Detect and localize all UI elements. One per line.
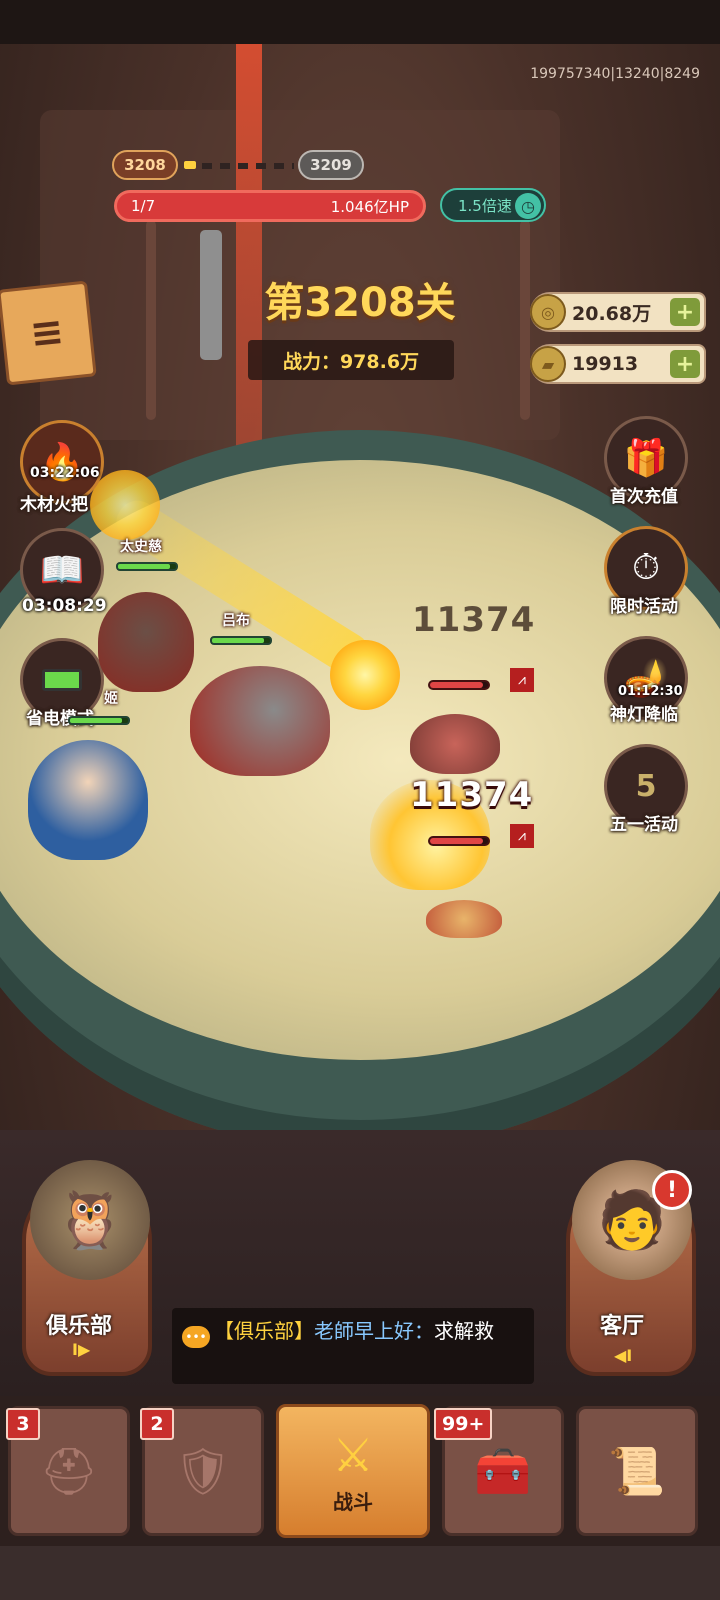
crossed-axes-icon: ⚔	[332, 1427, 374, 1482]
tab-badge: 2	[140, 1408, 174, 1440]
damage-number: 11374	[412, 600, 536, 640]
first-recharge-label: 首次充值	[610, 487, 678, 507]
gold-amount: 20.68万	[572, 302, 652, 325]
tab-badge: 99+	[434, 1408, 493, 1440]
speed-label: 1.5倍速	[458, 196, 512, 215]
current-stage-pill: 3208	[112, 150, 178, 180]
chat-ticker[interactable]: ••• 【俱乐部】老師早上好：求解救	[172, 1308, 534, 1384]
add-gold-button[interactable]: +	[670, 298, 700, 326]
combat-power: 战力：978.6万	[248, 340, 454, 380]
ingot-amount: 19913	[572, 353, 639, 375]
ingot-currency: ▰ 19913 +	[530, 344, 706, 384]
battery-icon	[42, 669, 82, 691]
speedometer-icon: ◷	[515, 193, 541, 219]
enemy-hp-bar	[428, 680, 490, 690]
owl-icon: 🦉	[30, 1160, 150, 1280]
damage-number: 11374	[410, 775, 534, 815]
gold-currency: ◎ 20.68万 +	[530, 292, 706, 332]
tab-battle[interactable]: ⚔ 战斗	[276, 1404, 430, 1538]
boss-hp-value: 1.046亿HP	[330, 197, 409, 216]
limited-event-label: 限时活动	[610, 597, 678, 617]
alert-badge: !	[652, 1170, 692, 1210]
fireball-origin	[90, 470, 160, 540]
enemy-fish	[426, 900, 502, 938]
wave-count: 1/7	[131, 197, 156, 215]
book-icon: 📖	[39, 550, 85, 591]
genie-lamp-timer: 01:12:30	[618, 684, 683, 699]
stage-progress-marker	[184, 161, 196, 169]
tab-map[interactable]: 📜	[576, 1406, 698, 1536]
hero-hp-bar	[116, 562, 178, 571]
chat-channel: 【俱乐部】	[214, 1319, 314, 1343]
hero-maiden	[28, 740, 148, 860]
chat-sender: 老師早上好：	[314, 1319, 434, 1343]
hero-hp-bar	[210, 636, 272, 645]
hero-name: 吕布	[222, 613, 250, 629]
chat-bubble-icon: •••	[182, 1326, 210, 1348]
ingot-icon: ▰	[530, 346, 566, 382]
scroll-icon: 📜	[608, 1443, 666, 1498]
stopwatch-icon: ⏱	[631, 547, 661, 588]
wood-torch-timer: 03:22:06	[30, 465, 100, 481]
status-bar	[0, 0, 720, 44]
speed-toggle-button[interactable]: 1.5倍速 ◷	[440, 188, 546, 222]
fireball	[330, 640, 400, 710]
armor-icon: 🛡	[173, 1443, 233, 1498]
lobby-label: 客厅	[600, 1314, 645, 1339]
stage-progress-track	[184, 163, 294, 169]
tab-badge: 3	[6, 1408, 40, 1440]
hero-name: 太史慈	[120, 539, 162, 555]
add-ingot-button[interactable]: +	[670, 350, 700, 378]
may-day-icon: 5	[635, 768, 657, 804]
boss-hp-bar: 1/7 1.046亿HP	[114, 190, 426, 222]
coin-icon: ◎	[530, 294, 566, 330]
may-day-event-label: 五一活动	[610, 815, 678, 835]
genie-lamp-label: 神灯降临	[610, 705, 678, 725]
enemy-hp-bar	[428, 836, 490, 846]
hero-taishici	[98, 592, 194, 692]
hamburger-icon: ≡	[27, 308, 67, 358]
hero-lubu	[190, 666, 330, 776]
enemy-debuff-icon: ⩘	[510, 824, 534, 848]
chat-message: 求解救	[434, 1319, 494, 1343]
chest-icon: 🧰	[474, 1443, 532, 1498]
helmet-icon: ⛑	[39, 1443, 99, 1498]
navigation-bar	[0, 1546, 720, 1600]
book-event-timer: 03:08:29	[22, 596, 107, 616]
next-stage-pill: 3209	[298, 150, 364, 180]
enemy-fish	[410, 714, 500, 774]
club-label: 俱乐部	[46, 1314, 113, 1339]
menu-button[interactable]: ≡	[0, 280, 97, 386]
lobby-arrow: ◀I	[614, 1346, 633, 1365]
wood-torch-label: 木材火把	[20, 495, 88, 515]
enemy-debuff-icon: ⩘	[510, 668, 534, 692]
hero-hp-bar	[68, 716, 130, 725]
gift-icon: 🎁	[623, 438, 669, 479]
club-arrow: I▶	[72, 1340, 91, 1359]
account-info: 199757340|13240|8249	[530, 66, 700, 82]
hero-name: 姬	[104, 691, 118, 707]
tab-battle-label: 战斗	[333, 1489, 373, 1514]
